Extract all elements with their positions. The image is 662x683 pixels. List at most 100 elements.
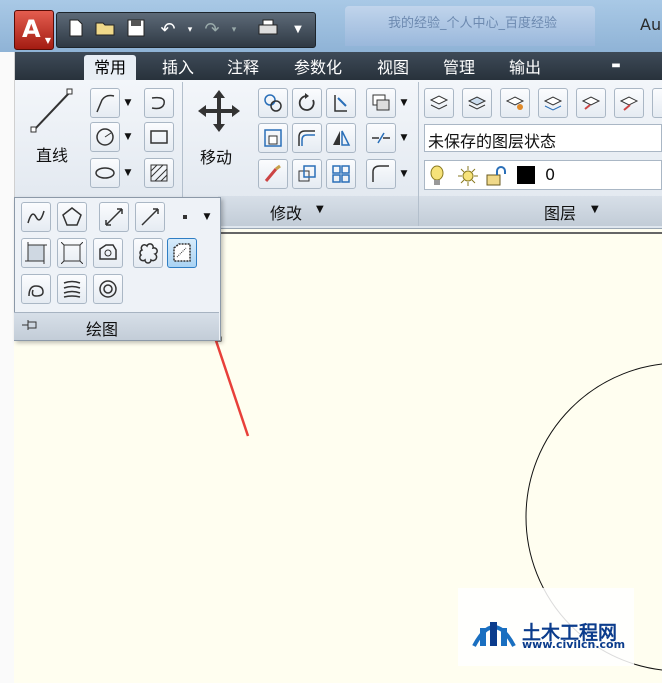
layer-color-swatch	[517, 166, 535, 184]
watermark-logo-icon	[470, 606, 518, 654]
tab-manage[interactable]: 管理	[433, 55, 485, 80]
circle-button[interactable]	[90, 122, 120, 152]
hatch-tool-button[interactable]	[21, 238, 51, 268]
boundary-icon	[99, 244, 117, 260]
polyline-button[interactable]	[90, 88, 120, 118]
ray-button[interactable]	[135, 202, 165, 232]
rotate-copy-button[interactable]	[258, 88, 288, 118]
redo-dropdown-icon[interactable]: ▾	[221, 17, 247, 43]
layer-more-button[interactable]	[652, 88, 662, 118]
layers-panel-title-bar[interactable]: 图层 ▼	[419, 196, 662, 226]
fillet-icon	[298, 130, 315, 146]
tab-parametric[interactable]: 参数化	[284, 55, 352, 80]
new-icon[interactable]	[63, 17, 89, 43]
hatch-button[interactable]	[144, 158, 174, 188]
ribbon-minimize-icon[interactable]: ▬	[604, 59, 628, 73]
point-button[interactable]	[175, 202, 199, 232]
tab-output[interactable]: 输出	[499, 55, 551, 80]
layer-state-button[interactable]	[462, 88, 492, 118]
rotate-icon	[298, 93, 315, 111]
arc-icon	[151, 96, 165, 110]
tab-annotate[interactable]: 注释	[217, 55, 269, 80]
rectangle-button[interactable]	[144, 122, 174, 152]
tab-home[interactable]: 常用	[84, 55, 137, 80]
save-icon[interactable]	[123, 17, 149, 43]
tab-view[interactable]: 视图	[367, 55, 419, 80]
draw-panel-title-bar[interactable]: 绘图	[14, 312, 219, 340]
chamfer-button[interactable]	[366, 159, 396, 189]
spline-icon	[27, 210, 45, 224]
chevron-down-icon[interactable]: ▼	[201, 202, 213, 232]
layer-dropdown[interactable]: 0	[424, 160, 662, 190]
boundary-button[interactable]	[93, 238, 123, 268]
line-label: 直线	[36, 146, 69, 165]
draw-panel-title: 绘图	[86, 320, 119, 339]
polyline-icon	[96, 94, 115, 113]
ray-icon	[141, 208, 159, 226]
app-title: Au	[640, 15, 662, 34]
lightbulb-icon	[429, 165, 445, 191]
erase-button[interactable]	[366, 88, 396, 118]
chevron-down-icon: ▼	[316, 204, 324, 215]
layer-isolate-button[interactable]	[500, 88, 530, 118]
rotate-button[interactable]	[292, 88, 322, 118]
polygon-button[interactable]	[57, 202, 87, 232]
ribbon-tab-bar: 常用 插入 注释 参数化 视图 管理 输出 ▬	[14, 52, 662, 80]
layer-walk-icon	[543, 96, 563, 111]
line-icon	[30, 88, 73, 133]
layer-properties-button[interactable]	[424, 88, 454, 118]
chevron-down-icon[interactable]: ▼	[398, 123, 410, 153]
region-icon	[63, 280, 81, 298]
layer-state-dropdown[interactable]: 未保存的图层状态	[424, 124, 662, 152]
panel-divider	[418, 82, 419, 226]
fillet-button[interactable]	[292, 123, 322, 153]
trim-icon	[334, 95, 347, 112]
current-layer-name: 0	[545, 165, 556, 184]
pin-icon[interactable]	[20, 317, 38, 337]
tab-insert[interactable]: 插入	[152, 55, 204, 80]
chevron-down-icon[interactable]: ▼	[122, 122, 134, 152]
spline-button[interactable]	[21, 202, 51, 232]
xline-button[interactable]	[99, 202, 129, 232]
chevron-down-icon[interactable]: ▼	[398, 88, 410, 118]
match-properties-button[interactable]	[258, 159, 288, 189]
array-button[interactable]	[326, 159, 356, 189]
layer-match-button[interactable]	[576, 88, 606, 118]
stretch-button[interactable]	[258, 123, 288, 153]
helix-button[interactable]	[21, 274, 51, 304]
move-button[interactable]: 移动	[192, 88, 248, 174]
layers-stack-icon	[372, 94, 390, 111]
layer-walk-button[interactable]	[538, 88, 568, 118]
mirror-button[interactable]	[326, 123, 356, 153]
gradient-icon	[61, 242, 83, 264]
donut-button[interactable]	[93, 274, 123, 304]
ellipse-button[interactable]	[90, 158, 120, 188]
region-button[interactable]	[57, 274, 87, 304]
chevron-down-icon[interactable]: ▼	[122, 158, 134, 188]
revcloud-button[interactable]	[133, 238, 163, 268]
wipeout-button[interactable]	[167, 238, 197, 268]
autocad-logo-icon: A	[22, 15, 41, 43]
hatch-icon	[25, 242, 47, 264]
layer-previous-button[interactable]	[614, 88, 644, 118]
arc-button[interactable]	[144, 88, 174, 118]
gradient-button[interactable]	[57, 238, 87, 268]
left-strip	[0, 52, 15, 683]
customize-icon[interactable]: ▼	[285, 17, 311, 43]
break-button[interactable]	[366, 123, 396, 153]
application-menu-button[interactable]: A ▼	[14, 10, 54, 50]
layer-properties-icon	[429, 95, 449, 110]
browser-doc-tab-text: 我的经验_个人中心_百度经验	[388, 16, 558, 31]
modify-panel-title-bar[interactable]: 修改 ▼	[218, 196, 418, 226]
trim-button[interactable]	[326, 88, 356, 118]
chevron-down-icon[interactable]: ▼	[398, 159, 410, 189]
chamfer-icon	[372, 165, 389, 182]
ellipse-icon	[95, 167, 115, 179]
plot-icon[interactable]	[255, 17, 281, 43]
scale-button[interactable]	[292, 159, 322, 189]
line-button[interactable]: 直线	[26, 86, 82, 172]
chevron-down-icon[interactable]: ▼	[122, 88, 134, 118]
layer-isolate-icon	[505, 96, 525, 110]
open-icon[interactable]	[93, 17, 119, 43]
chevron-down-icon: ▼	[591, 204, 599, 215]
